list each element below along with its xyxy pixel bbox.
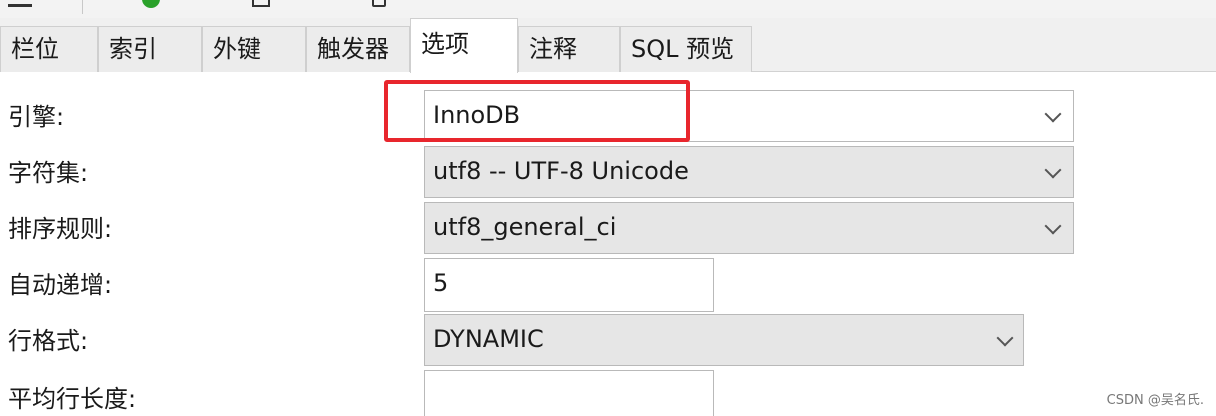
- toolbar-divider: [82, 0, 83, 14]
- avg-row-length-input[interactable]: [424, 370, 714, 416]
- save-as-button[interactable]: [372, 0, 386, 8]
- collation-value: utf8_general_ci: [433, 213, 617, 241]
- new-button[interactable]: [142, 0, 160, 8]
- engine-value: InnoDB: [433, 101, 521, 129]
- tab-options[interactable]: 选项: [410, 18, 518, 73]
- auto-increment-label: 自动递增:: [8, 271, 113, 299]
- charset-value: utf8 -- UTF-8 Unicode: [433, 157, 689, 185]
- row-format-select[interactable]: DYNAMIC: [424, 314, 1024, 366]
- save-icon: [252, 0, 270, 7]
- add-icon: [142, 0, 160, 8]
- tab-triggers[interactable]: 触发器: [306, 26, 410, 72]
- charset-label: 字符集:: [8, 159, 89, 187]
- table-design-window: 栏位 索引 外键 触发器 选项 注释 SQL 预览 引擎: InnoDB 字符集…: [0, 0, 1216, 416]
- chevron-down-icon: [1044, 161, 1062, 179]
- row-format-value: DYNAMIC: [433, 325, 544, 353]
- tab-sql-preview[interactable]: SQL 预览: [620, 26, 752, 72]
- charset-select[interactable]: utf8 -- UTF-8 Unicode: [424, 146, 1074, 198]
- menu-icon[interactable]: [8, 0, 32, 7]
- toolbar: [0, 0, 1216, 18]
- tab-bar: 栏位 索引 外键 触发器 选项 注释 SQL 预览: [0, 18, 1216, 73]
- chevron-down-icon: [1044, 217, 1062, 235]
- save-button[interactable]: [252, 0, 270, 8]
- collation-label: 排序规则:: [8, 215, 113, 243]
- chevron-down-icon: [1044, 105, 1062, 123]
- auto-increment-input[interactable]: 5: [424, 258, 714, 312]
- engine-label: 引擎:: [8, 103, 65, 131]
- watermark: CSDN @吴名氏.: [1106, 393, 1204, 408]
- document-icon: [372, 0, 386, 7]
- tab-fields[interactable]: 栏位: [0, 26, 98, 72]
- tab-indexes[interactable]: 索引: [98, 26, 202, 72]
- row-format-label: 行格式:: [8, 327, 89, 355]
- avg-row-length-label: 平均行长度:: [8, 385, 137, 413]
- tab-foreign-keys[interactable]: 外键: [202, 26, 306, 72]
- collation-select[interactable]: utf8_general_ci: [424, 202, 1074, 254]
- tab-comment[interactable]: 注释: [518, 26, 620, 72]
- chevron-down-icon: [996, 329, 1014, 347]
- engine-select[interactable]: InnoDB: [424, 90, 1074, 142]
